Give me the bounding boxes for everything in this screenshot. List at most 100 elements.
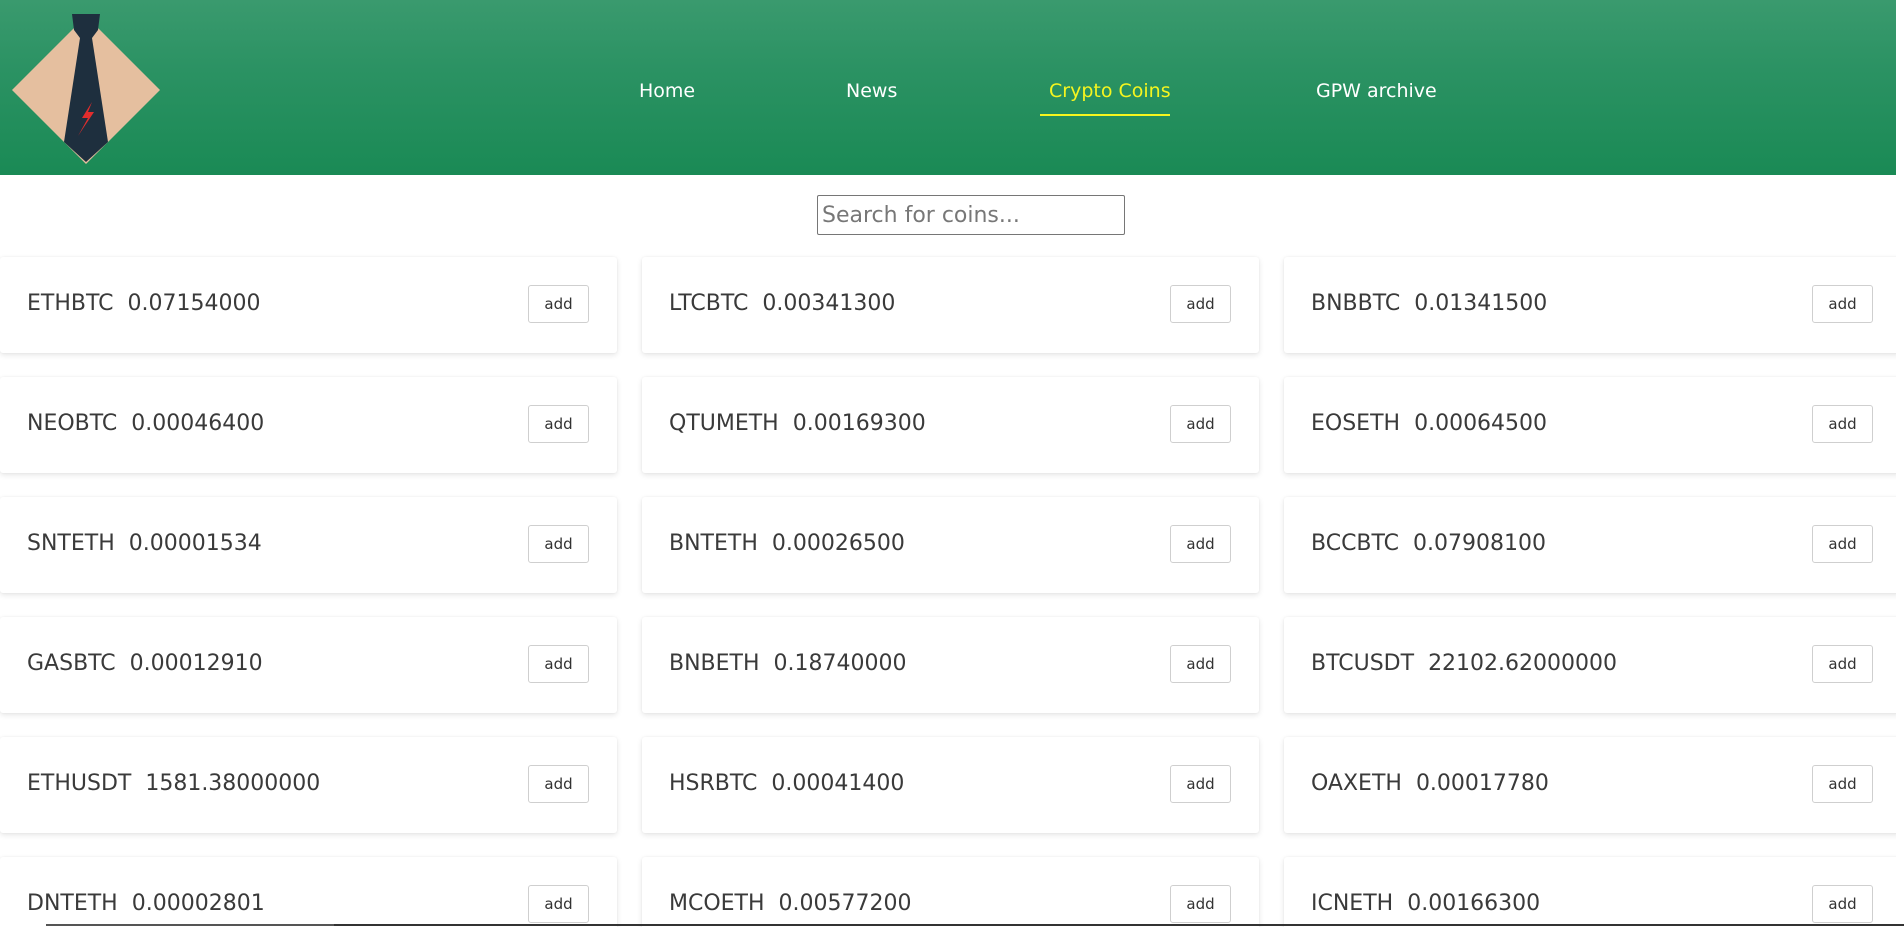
coin-card: BNTETH 0.00026500 add xyxy=(642,497,1259,593)
add-coin-button[interactable]: add xyxy=(528,285,589,323)
coin-symbol: BTCUSDT xyxy=(1311,651,1415,676)
coin-card: MCOETH 0.00577200 add xyxy=(642,857,1259,927)
coin-card: QTUMETH 0.00169300 add xyxy=(642,377,1259,473)
coin-card: ICNETH 0.00166300 add xyxy=(1284,857,1901,927)
coin-symbol: BNBETH xyxy=(669,651,760,676)
add-coin-button[interactable]: add xyxy=(1170,765,1231,803)
add-coin-button[interactable]: add xyxy=(1812,885,1873,923)
coin-card: HSRBTC 0.00041400 add xyxy=(642,737,1259,833)
main-nav: Home News Crypto Coins GPW archive xyxy=(0,0,1904,175)
bottom-divider xyxy=(46,924,334,926)
coin-card: NEOBTC 0.00046400 add xyxy=(0,377,617,473)
coin-card: BTCUSDT 22102.62000000 add xyxy=(1284,617,1901,713)
coin-info: EOSETH 0.00064500 xyxy=(1311,411,1547,436)
coin-card: ETHBTC 0.07154000 add xyxy=(0,257,617,353)
coin-price: 0.00046400 xyxy=(131,411,265,436)
coin-info: GASBTC 0.00012910 xyxy=(27,651,263,676)
coin-price: 0.00169300 xyxy=(792,411,926,436)
coin-card: BCCBTC 0.07908100 add xyxy=(1284,497,1901,593)
coin-card: DNTETH 0.00002801 add xyxy=(0,857,617,927)
coin-price: 0.00341300 xyxy=(762,291,896,316)
scrollbar[interactable] xyxy=(1896,0,1904,927)
add-coin-button[interactable]: add xyxy=(1812,645,1873,683)
coin-info: BNTETH 0.00026500 xyxy=(669,531,905,556)
coin-price: 0.07908100 xyxy=(1413,531,1547,556)
coin-card: BNBETH 0.18740000 add xyxy=(642,617,1259,713)
coin-card: BNBBTC 0.01341500 add xyxy=(1284,257,1901,353)
nav-gpw-archive[interactable]: GPW archive xyxy=(1316,80,1437,102)
coin-card: OAXETH 0.00017780 add xyxy=(1284,737,1901,833)
add-coin-button[interactable]: add xyxy=(1812,765,1873,803)
coin-search-input[interactable] xyxy=(817,195,1125,235)
coin-info: SNTETH 0.00001534 xyxy=(27,531,262,556)
coin-card: ETHUSDT 1581.38000000 add xyxy=(0,737,617,833)
coin-symbol: MCOETH xyxy=(669,891,765,916)
coin-price: 0.00012910 xyxy=(129,651,263,676)
coin-symbol: EOSETH xyxy=(1311,411,1401,436)
coin-symbol: LTCBTC xyxy=(669,291,749,316)
coin-card: EOSETH 0.00064500 add xyxy=(1284,377,1901,473)
add-coin-button[interactable]: add xyxy=(1812,525,1873,563)
add-coin-button[interactable]: add xyxy=(1170,645,1231,683)
coin-price: 0.18740000 xyxy=(773,651,907,676)
add-coin-button[interactable]: add xyxy=(1812,405,1873,443)
coin-info: LTCBTC 0.00341300 xyxy=(669,291,895,316)
bottom-divider-2 xyxy=(334,924,1904,926)
coin-symbol: ETHUSDT xyxy=(27,771,132,796)
add-coin-button[interactable]: add xyxy=(528,765,589,803)
add-coin-button[interactable]: add xyxy=(1170,885,1231,923)
coin-price: 0.00166300 xyxy=(1407,891,1541,916)
coin-price: 0.07154000 xyxy=(127,291,261,316)
nav-home[interactable]: Home xyxy=(639,80,695,102)
coin-price: 0.00041400 xyxy=(771,771,905,796)
coin-info: DNTETH 0.00002801 xyxy=(27,891,265,916)
coin-symbol: ICNETH xyxy=(1311,891,1394,916)
coin-symbol: OAXETH xyxy=(1311,771,1402,796)
coin-card: SNTETH 0.00001534 add xyxy=(0,497,617,593)
coin-price: 0.01341500 xyxy=(1414,291,1548,316)
coin-card: GASBTC 0.00012910 add xyxy=(0,617,617,713)
add-coin-button[interactable]: add xyxy=(528,645,589,683)
coin-price: 0.00017780 xyxy=(1415,771,1549,796)
coin-symbol: GASBTC xyxy=(27,651,116,676)
coin-info: ETHBTC 0.07154000 xyxy=(27,291,260,316)
coin-symbol: DNTETH xyxy=(27,891,118,916)
coin-price: 0.00064500 xyxy=(1414,411,1548,436)
coin-price: 0.00002801 xyxy=(131,891,265,916)
add-coin-button[interactable]: add xyxy=(528,885,589,923)
coin-symbol: SNTETH xyxy=(27,531,115,556)
coin-price: 1581.38000000 xyxy=(145,771,321,796)
active-nav-underline xyxy=(1040,114,1170,116)
coin-info: ETHUSDT 1581.38000000 xyxy=(27,771,320,796)
add-coin-button[interactable]: add xyxy=(1170,525,1231,563)
nav-crypto-coins[interactable]: Crypto Coins xyxy=(1049,80,1171,102)
coin-price: 0.00026500 xyxy=(771,531,905,556)
coin-symbol: BCCBTC xyxy=(1311,531,1400,556)
add-coin-button[interactable]: add xyxy=(1812,285,1873,323)
add-coin-button[interactable]: add xyxy=(1170,285,1231,323)
coin-info: HSRBTC 0.00041400 xyxy=(669,771,904,796)
coin-info: OAXETH 0.00017780 xyxy=(1311,771,1549,796)
coin-info: NEOBTC 0.00046400 xyxy=(27,411,264,436)
coin-info: MCOETH 0.00577200 xyxy=(669,891,912,916)
coin-card: LTCBTC 0.00341300 add xyxy=(642,257,1259,353)
coin-symbol: QTUMETH xyxy=(669,411,779,436)
coin-info: BNBETH 0.18740000 xyxy=(669,651,907,676)
coin-symbol: ETHBTC xyxy=(27,291,114,316)
coin-info: BTCUSDT 22102.62000000 xyxy=(1311,651,1617,676)
coin-price: 22102.62000000 xyxy=(1428,651,1618,676)
coin-price: 0.00577200 xyxy=(778,891,912,916)
coin-info: BNBBTC 0.01341500 xyxy=(1311,291,1547,316)
nav-news[interactable]: News xyxy=(846,80,897,102)
coin-price: 0.00001534 xyxy=(128,531,262,556)
add-coin-button[interactable]: add xyxy=(528,525,589,563)
top-header: Home News Crypto Coins GPW archive xyxy=(0,0,1904,175)
add-coin-button[interactable]: add xyxy=(1170,405,1231,443)
coin-symbol: NEOBTC xyxy=(27,411,118,436)
coin-info: QTUMETH 0.00169300 xyxy=(669,411,926,436)
add-coin-button[interactable]: add xyxy=(528,405,589,443)
coin-info: ICNETH 0.00166300 xyxy=(1311,891,1540,916)
coin-symbol: BNTETH xyxy=(669,531,758,556)
page: Home News Crypto Coins GPW archive ETHBT… xyxy=(0,0,1904,927)
coin-symbol: BNBBTC xyxy=(1311,291,1401,316)
